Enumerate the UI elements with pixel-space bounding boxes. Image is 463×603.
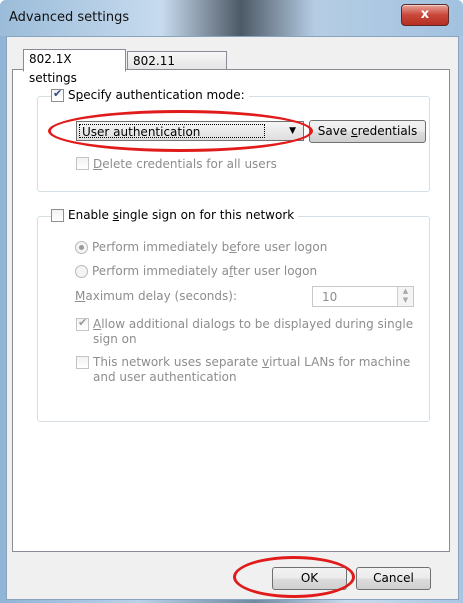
chevron-down-icon: ▼ <box>289 126 296 136</box>
radio-before-logon[interactable] <box>75 241 88 254</box>
delete-credentials-row[interactable]: Delete credentials for all users <box>76 157 277 171</box>
window-title: Advanced settings <box>9 10 130 25</box>
enable-sso-label: Enable single sign on for this network <box>68 208 295 222</box>
radio-before-logon-row[interactable]: Perform immediately before user logon <box>75 240 327 254</box>
tab-80211-settings[interactable]: 802.11 settings <box>127 51 227 87</box>
chevron-up-icon[interactable]: ▲ <box>398 287 413 296</box>
allow-dialogs-label: Allow additional dialogs to be displayed… <box>93 317 414 346</box>
close-button[interactable]: x <box>401 4 449 26</box>
radio-after-logon[interactable] <box>75 265 88 278</box>
specify-auth-mode-row[interactable]: Specify authentication mode: <box>51 87 249 102</box>
specify-auth-mode-label: Specify authentication mode: <box>68 88 245 102</box>
allow-dialogs-checkbox[interactable] <box>76 316 89 331</box>
auth-mode-value: User authentication <box>79 124 265 139</box>
max-delay-stepper[interactable]: 10 ▲ ▼ <box>312 286 414 307</box>
enable-sso-row[interactable]: Enable single sign on for this network <box>51 208 299 222</box>
dialog-window: Advanced settings x 802.1X settings 802.… <box>0 0 463 603</box>
stepper-arrows[interactable]: ▲ ▼ <box>397 287 413 306</box>
allow-dialogs-row[interactable]: Allow additional dialogs to be displayed… <box>76 316 414 347</box>
cancel-button[interactable]: Cancel <box>356 567 431 590</box>
tab-label: 802.1X settings <box>29 52 77 85</box>
radio-before-logon-label: Perform immediately before user logon <box>92 240 328 254</box>
tab-8021x-settings[interactable]: 802.1X settings <box>23 49 126 85</box>
radio-after-logon-row[interactable]: Perform immediately after user logon <box>75 264 317 278</box>
delete-credentials-label: Delete credentials for all users <box>93 157 277 171</box>
close-icon: x <box>420 7 430 22</box>
auth-groupbox <box>37 96 430 192</box>
radio-after-logon-label: Perform immediately after user logon <box>92 264 318 278</box>
max-delay-label: Maximum delay (seconds): <box>75 289 238 303</box>
separate-vlans-label: This network uses separate virtual LANs … <box>93 355 411 384</box>
chevron-down-icon[interactable]: ▼ <box>398 296 413 305</box>
separate-vlans-checkbox[interactable] <box>76 356 89 369</box>
title-bar[interactable]: Advanced settings x <box>0 0 463 36</box>
max-delay-value: 10 <box>322 290 338 304</box>
save-credentials-button[interactable]: Save credentials <box>309 120 426 143</box>
separate-vlans-row[interactable]: This network uses separate virtual LANs … <box>76 355 410 385</box>
ok-button[interactable]: OK <box>272 567 347 590</box>
auth-mode-dropdown[interactable]: User authentication ▼ <box>76 121 304 141</box>
delete-credentials-checkbox[interactable] <box>76 157 89 170</box>
specify-auth-mode-checkbox[interactable] <box>51 87 64 102</box>
enable-sso-checkbox[interactable] <box>51 208 64 222</box>
